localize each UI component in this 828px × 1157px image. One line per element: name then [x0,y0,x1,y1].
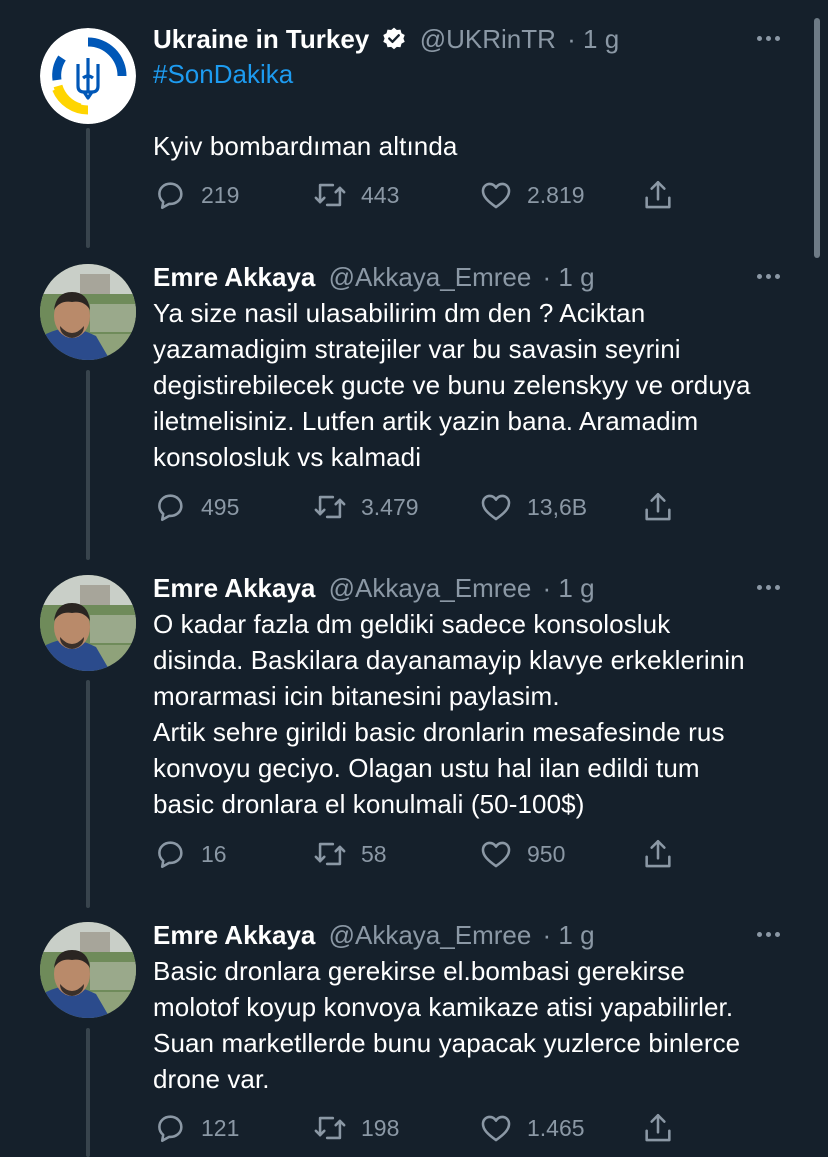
author-name[interactable]: Emre Akkaya [153,920,315,950]
heart-icon [481,494,511,521]
reply-icon [158,1115,183,1143]
like-button[interactable]: 950 [479,834,565,874]
like-count: 1.465 [527,1114,585,1141]
retweet-count: 58 [361,840,387,867]
reply-icon [158,182,183,210]
more-options-icon[interactable] [752,918,784,950]
retweet-button[interactable]: 3.479 [313,487,419,527]
author-name[interactable]: Emre Akkaya [153,262,315,292]
author-handle[interactable]: @Akkaya_Emree [329,573,532,603]
more-options-icon[interactable] [752,260,784,292]
heart-icon [481,1115,511,1142]
retweet-icon [314,183,346,207]
share-icon [645,1113,671,1142]
like-button[interactable]: 1.465 [479,1108,585,1148]
tweet-header: Emre Akkaya @Akkaya_Emree · 1 g [153,916,595,954]
more-options-icon[interactable] [752,22,784,54]
tweet[interactable]: Ukraine in Turkey @UKRinTR · 1 g #SonDak… [0,20,828,220]
retweet-icon [314,1116,346,1140]
reply-button[interactable]: 16 [153,834,227,874]
reply-count: 16 [201,840,227,867]
heart-icon [481,182,511,209]
tweet-text: Kyiv bombardıman altında [153,131,458,161]
verified-badge-icon [382,27,405,50]
ukraine-trident-icon [40,28,136,124]
profile-photo [40,264,136,360]
reply-button[interactable]: 219 [153,175,239,215]
tweet-actions: 121 198 1.465 [153,1108,693,1148]
share-icon [645,492,671,521]
share-button[interactable] [641,487,675,527]
retweet-button[interactable]: 58 [313,834,387,874]
scrollbar[interactable] [814,18,820,258]
like-button[interactable]: 13,6B [479,487,587,527]
author-handle[interactable]: @Akkaya_Emree [329,262,532,292]
reply-count: 495 [201,493,240,520]
timestamp[interactable]: · 1 g [543,920,595,950]
share-button[interactable] [641,1108,675,1148]
share-icon [645,839,671,868]
tweet-header: Emre Akkaya @Akkaya_Emree · 1 g [153,258,595,296]
like-count: 13,6B [527,493,588,520]
timestamp[interactable]: · 1 g [543,262,595,292]
more-options-icon[interactable] [752,571,784,603]
tweet-header: Ukraine in Turkey @UKRinTR · 1 g [153,20,619,58]
share-button[interactable] [641,175,675,215]
avatar[interactable] [40,575,136,671]
avatar[interactable] [40,28,136,124]
avatar[interactable] [40,922,136,1018]
heart-icon [481,841,511,868]
avatar[interactable] [40,264,136,360]
retweet-count: 443 [361,181,400,208]
share-button[interactable] [641,834,675,874]
retweet-button[interactable]: 443 [313,175,399,215]
share-icon [645,180,671,209]
timestamp[interactable]: · 1 g [543,573,595,603]
author-handle[interactable]: @UKRinTR [420,24,556,54]
tweet-text: O kadar fazla dm geldiki sadece konsolos… [153,609,745,819]
profile-photo [40,922,136,1018]
retweet-count: 198 [361,1114,400,1141]
tweet-text: Ya size nasil ulasabilirim dm den ? Acik… [153,298,751,472]
tweet-actions: 16 58 950 [153,834,693,874]
reply-button[interactable]: 121 [153,1108,239,1148]
author-name[interactable]: Ukraine in Turkey [153,24,369,54]
tweet[interactable]: Emre Akkaya @Akkaya_Emree · 1 g Ya size … [0,258,828,548]
tweet[interactable]: Emre Akkaya @Akkaya_Emree · 1 g O kadar … [0,569,828,899]
like-button[interactable]: 2.819 [479,175,585,215]
tweet[interactable]: Emre Akkaya @Akkaya_Emree · 1 g Basic dr… [0,916,828,1157]
like-count: 2.819 [527,181,585,208]
tweet-actions: 219 443 2.819 [153,175,693,215]
retweet-icon [314,842,346,866]
hashtag-link[interactable]: #SonDakika [153,56,293,92]
tweet-header: Emre Akkaya @Akkaya_Emree · 1 g [153,569,595,607]
author-handle[interactable]: @Akkaya_Emree [329,920,532,950]
timestamp[interactable]: · 1 g [567,24,619,54]
reply-icon [158,841,183,869]
reply-icon [158,494,183,522]
author-name[interactable]: Emre Akkaya [153,573,315,603]
reply-count: 219 [201,181,240,208]
profile-photo [40,575,136,671]
tweet-actions: 495 3.479 13,6B [153,487,693,527]
retweet-button[interactable]: 198 [313,1108,399,1148]
tweet-text: Basic dronlara gerekirse el.bombasi gere… [153,956,741,1094]
like-count: 950 [527,840,566,867]
reply-button[interactable]: 495 [153,487,239,527]
retweet-icon [314,495,346,519]
reply-count: 121 [201,1114,240,1141]
retweet-count: 3.479 [361,493,419,520]
